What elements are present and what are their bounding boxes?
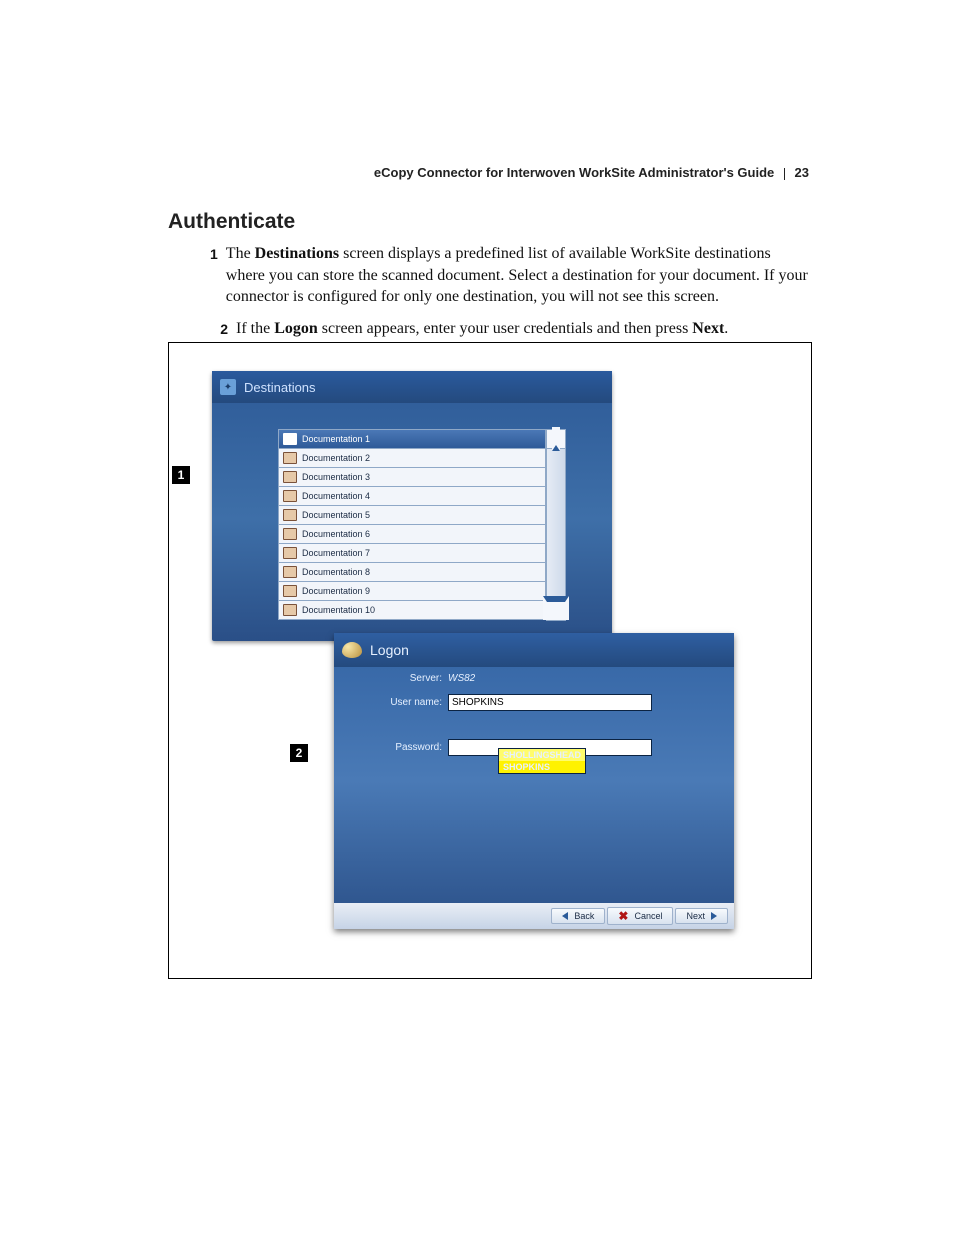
- destinations-window: ✦ Destinations Documentation 1 Documenta…: [212, 371, 612, 641]
- username-field[interactable]: [448, 694, 652, 711]
- key-icon: [342, 642, 362, 658]
- list-item[interactable]: Documentation 10: [278, 601, 546, 620]
- folder-icon: [283, 433, 297, 445]
- destinations-title: Destinations: [244, 380, 316, 395]
- page-header: eCopy Connector for Interwoven WorkSite …: [374, 165, 809, 180]
- folder-icon: [283, 509, 297, 521]
- close-icon: ✖: [618, 910, 628, 922]
- logon-titlebar: Logon: [334, 633, 734, 667]
- folder-icon: [283, 585, 297, 597]
- folder-icon: [283, 566, 297, 578]
- autocomplete-item[interactable]: SHOPKINS: [499, 761, 585, 773]
- autocomplete-item[interactable]: SHOLLINGSHEAD: [499, 749, 585, 761]
- chevron-up-icon: [552, 427, 560, 451]
- figure-frame: ✦ Destinations Documentation 1 Documenta…: [168, 342, 812, 979]
- step-text: If the Logon screen appears, enter your …: [236, 318, 728, 340]
- folder-icon: [283, 471, 297, 483]
- step-2: 2 If the Logon screen appears, enter you…: [210, 318, 810, 340]
- destinations-titlebar: ✦ Destinations: [212, 371, 612, 403]
- folder-icon: [283, 490, 297, 502]
- body-text: 1 The Destinations screen displays a pre…: [210, 243, 810, 349]
- list-item[interactable]: Documentation 1: [278, 429, 546, 449]
- list-item[interactable]: Documentation 2: [278, 449, 546, 468]
- step-1: 1 The Destinations screen displays a pre…: [210, 243, 810, 308]
- section-heading: Authenticate: [168, 210, 295, 234]
- step-number: 1: [210, 245, 218, 308]
- scrollbar[interactable]: [546, 429, 566, 621]
- logon-footer: Back ✖ Cancel Next: [334, 903, 734, 929]
- step-text: The Destinations screen displays a prede…: [226, 243, 810, 308]
- arrow-right-icon: [711, 912, 717, 920]
- step-number: 2: [210, 320, 228, 340]
- list-item[interactable]: Documentation 9: [278, 582, 546, 601]
- destinations-icon: ✦: [220, 379, 236, 395]
- server-value: WS82: [448, 673, 475, 684]
- list-item[interactable]: Documentation 3: [278, 468, 546, 487]
- server-label: Server:: [384, 673, 442, 684]
- server-row: Server: WS82: [384, 673, 652, 684]
- list-item[interactable]: Documentation 7: [278, 544, 546, 563]
- autocomplete-popup: SHOLLINGSHEAD SHOPKINS: [498, 748, 586, 774]
- logon-window: Logon Server: WS82 User name: Password: …: [334, 633, 734, 929]
- next-button[interactable]: Next: [675, 908, 728, 924]
- folder-icon: [283, 604, 297, 616]
- destinations-list: Documentation 1 Documentation 2 Document…: [278, 429, 546, 620]
- cancel-button[interactable]: ✖ Cancel: [607, 907, 673, 925]
- header-separator: [784, 168, 785, 180]
- scroll-up-button[interactable]: [547, 430, 565, 449]
- username-label: User name:: [384, 697, 442, 708]
- folder-icon: [283, 547, 297, 559]
- logon-form: Server: WS82 User name: Password: SHOLLI…: [384, 673, 652, 766]
- list-item[interactable]: Documentation 8: [278, 563, 546, 582]
- logon-title: Logon: [370, 642, 409, 658]
- callout-1: 1: [172, 466, 190, 484]
- list-item[interactable]: Documentation 5: [278, 506, 546, 525]
- chevron-down-icon: [543, 596, 569, 620]
- arrow-left-icon: [562, 912, 568, 920]
- folder-icon: [283, 528, 297, 540]
- username-row: User name:: [384, 694, 652, 711]
- callout-2: 2: [290, 744, 308, 762]
- back-button[interactable]: Back: [551, 908, 605, 924]
- scroll-down-button[interactable]: [547, 601, 565, 620]
- list-item[interactable]: Documentation 4: [278, 487, 546, 506]
- password-label: Password:: [384, 742, 442, 753]
- list-item[interactable]: Documentation 6: [278, 525, 546, 544]
- doc-title: eCopy Connector for Interwoven WorkSite …: [374, 165, 774, 180]
- folder-icon: [283, 452, 297, 464]
- page-number: 23: [795, 165, 809, 180]
